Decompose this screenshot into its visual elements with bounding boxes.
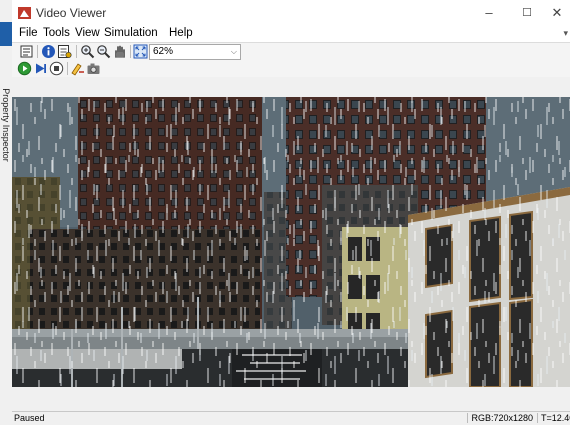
property-inspector-tab[interactable]: Property Inspector	[1, 75, 11, 175]
video-canvas	[12, 77, 570, 411]
properties-icon[interactable]	[57, 44, 72, 59]
video-frame	[12, 97, 570, 387]
playback-toolbar	[12, 60, 570, 78]
toolbar-separator	[130, 45, 131, 58]
run-icon[interactable]	[17, 61, 32, 76]
status-format: RGB:720x1280	[467, 413, 536, 423]
zoom-out-icon[interactable]	[96, 44, 111, 59]
toolbar-separator	[37, 45, 38, 58]
menu-view[interactable]: View	[75, 27, 100, 39]
print-setup-icon[interactable]	[19, 44, 34, 59]
minimize-button[interactable]: –	[474, 3, 504, 23]
stop-icon[interactable]	[49, 61, 64, 76]
window-title: Video Viewer	[36, 6, 107, 20]
toolbar-separator	[67, 62, 68, 75]
status-state: Paused	[14, 413, 45, 423]
step-forward-icon[interactable]	[33, 61, 48, 76]
menu-tools[interactable]: Tools	[43, 27, 70, 39]
title-bar: Video Viewer – ☐ ✕	[12, 0, 570, 26]
menu-bar: File Tools View Simulation Help ▾	[12, 26, 570, 42]
view-toolbar: 62% ⌵	[12, 42, 570, 62]
highlight-icon[interactable]	[70, 61, 85, 76]
dock-tab-active[interactable]	[0, 22, 12, 46]
menu-help[interactable]: Help	[169, 27, 193, 39]
maximize-button[interactable]: ☐	[512, 3, 542, 23]
zoom-value: 62%	[153, 46, 174, 57]
app-icon	[18, 7, 31, 19]
menu-overflow-icon[interactable]: ▾	[563, 28, 568, 39]
pan-icon[interactable]	[112, 44, 127, 59]
toolbar-separator	[76, 45, 77, 58]
info-icon[interactable]	[41, 44, 56, 59]
status-bar: Paused RGB:720x1280 T=12.400	[12, 411, 570, 425]
menu-file[interactable]: File	[19, 27, 38, 39]
snapshot-icon[interactable]	[86, 61, 101, 76]
video-viewer-window: Video Viewer – ☐ ✕ File Tools View Simul…	[12, 0, 570, 425]
chevron-down-icon: ⌵	[230, 47, 237, 56]
close-button[interactable]: ✕	[542, 3, 570, 23]
fit-to-window-icon[interactable]	[133, 44, 148, 59]
menu-simulation[interactable]: Simulation	[104, 27, 158, 39]
zoom-dropdown[interactable]: 62% ⌵	[149, 44, 241, 60]
status-time: T=12.400	[537, 413, 570, 423]
zoom-in-icon[interactable]	[80, 44, 95, 59]
